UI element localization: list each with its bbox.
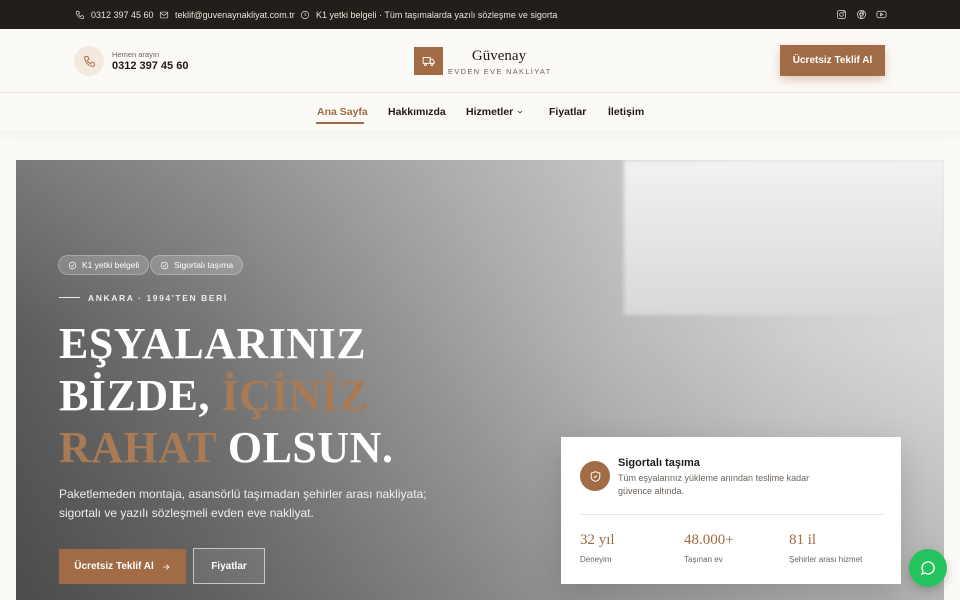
headline-line-2: BİZDE, İÇİNİZ bbox=[59, 370, 393, 422]
chevron-down-icon bbox=[518, 110, 523, 114]
stat-cities-value: 81 il bbox=[789, 532, 817, 548]
nav-active-indicator bbox=[316, 122, 364, 124]
eyebrow-line bbox=[59, 297, 80, 298]
nav-item-about[interactable]: Hakkımızda bbox=[388, 106, 446, 118]
truck-icon bbox=[422, 57, 435, 67]
header-quote-button[interactable]: Ücretsiz Teklif Al bbox=[780, 45, 885, 76]
stat-homes-label: Taşınan ev bbox=[684, 555, 723, 564]
logo-tagline: EVDEN EVE NAKLİYAT bbox=[448, 67, 552, 76]
arrow-right-icon bbox=[162, 563, 170, 570]
clock-icon bbox=[300, 10, 310, 19]
hero-eyebrow: ANKARA · 1994'TEN BERİ bbox=[88, 293, 228, 303]
headline-line-2-a: BİZDE, bbox=[59, 371, 222, 420]
call-number[interactable]: 0312 397 45 60 bbox=[112, 60, 188, 72]
badge-insured: Sigortalı taşıma bbox=[150, 255, 244, 275]
logo-name[interactable]: Güvenay bbox=[450, 48, 548, 65]
hero-description: Paketlemeden montaja, asansörlü taşımada… bbox=[59, 487, 427, 520]
phone-icon bbox=[83, 55, 95, 67]
stat-experience-label: Deneyim bbox=[580, 555, 612, 564]
mail-icon bbox=[159, 11, 169, 18]
check-circle-icon bbox=[68, 261, 77, 269]
nav-item-prices[interactable]: Fiyatlar bbox=[549, 106, 586, 118]
site-header: Hemen arayın 0312 397 45 60 Güvenay EVDE… bbox=[0, 29, 960, 93]
hero-headline: EŞYALARINIZ BİZDE, İÇİNİZ RAHAT OLSUN. bbox=[59, 318, 393, 474]
topbar-phone[interactable]: 0312 397 45 60 bbox=[75, 0, 154, 29]
hero-prices-button[interactable]: Fiyatlar bbox=[193, 548, 265, 584]
whatsapp-button[interactable] bbox=[909, 549, 947, 587]
hero-background-image bbox=[624, 160, 944, 315]
headline-line-2-accent: İÇİNİZ bbox=[221, 371, 369, 420]
whatsapp-icon bbox=[920, 561, 935, 576]
youtube-icon bbox=[876, 10, 887, 19]
card-divider bbox=[580, 514, 884, 515]
call-caption: Hemen arayın bbox=[112, 50, 160, 59]
top-bar: 0312 397 45 60 teklif@guvenaynakliyat.co… bbox=[0, 0, 960, 29]
headline-line-3-accent: RAHAT bbox=[59, 423, 217, 472]
nav-item-services[interactable]: Hizmetler bbox=[466, 106, 524, 118]
badge-insured-label: Sigortalı taşıma bbox=[174, 260, 234, 270]
nav-item-home[interactable]: Ana Sayfa bbox=[317, 106, 368, 118]
facebook-link[interactable] bbox=[856, 0, 867, 29]
nav-item-services-label: Hizmetler bbox=[466, 106, 514, 118]
instagram-link[interactable] bbox=[836, 0, 847, 29]
stat-homes-value: 48.000+ bbox=[684, 532, 734, 548]
logo-mark[interactable] bbox=[414, 47, 443, 75]
headline-line-3-b: OLSUN. bbox=[216, 423, 394, 472]
hero-quote-button[interactable]: Ücretsiz Teklif Al bbox=[59, 549, 186, 584]
topbar-email-text: teklif@guvenaynakliyat.com.tr bbox=[175, 9, 295, 20]
instagram-icon bbox=[837, 10, 846, 19]
topbar-email[interactable]: teklif@guvenaynakliyat.com.tr bbox=[159, 0, 295, 29]
shield-check-icon bbox=[590, 470, 600, 482]
topbar-phone-text: 0312 397 45 60 bbox=[91, 9, 154, 20]
card-description: Tüm eşyalarınız yükleme anından teslime … bbox=[618, 473, 810, 496]
shield-badge bbox=[580, 461, 610, 491]
badge-k1: K1 yetki belgeli bbox=[58, 255, 150, 275]
badge-k1-label: K1 yetki belgeli bbox=[82, 260, 140, 270]
hero-quote-button-label: Ücretsiz Teklif Al bbox=[74, 561, 154, 572]
topbar-notice: K1 yetki belgeli · Tüm taşımalarda yazıl… bbox=[300, 0, 557, 29]
headline-line-1: EŞYALARINIZ bbox=[59, 319, 367, 368]
check-circle-icon bbox=[160, 261, 169, 269]
stat-cities-label: Şehirler arası hizmet bbox=[789, 555, 863, 564]
headline-line-3: RAHAT OLSUN. bbox=[59, 422, 393, 474]
stat-experience-value: 32 yıl bbox=[580, 532, 615, 548]
main-nav: Ana Sayfa Hakkımızda Hizmetler Fiyatlar … bbox=[0, 93, 960, 131]
facebook-icon bbox=[857, 10, 866, 19]
header-phone-button[interactable] bbox=[74, 46, 104, 76]
insurance-card: Sigortalı taşıma Tüm eşyalarınız yükleme… bbox=[561, 437, 901, 584]
card-title: Sigortalı taşıma bbox=[618, 457, 700, 469]
topbar-notice-text: K1 yetki belgeli · Tüm taşımalarda yazıl… bbox=[316, 9, 558, 20]
youtube-link[interactable] bbox=[876, 0, 887, 29]
nav-item-contact[interactable]: İletişim bbox=[608, 106, 644, 118]
phone-icon bbox=[75, 10, 85, 19]
